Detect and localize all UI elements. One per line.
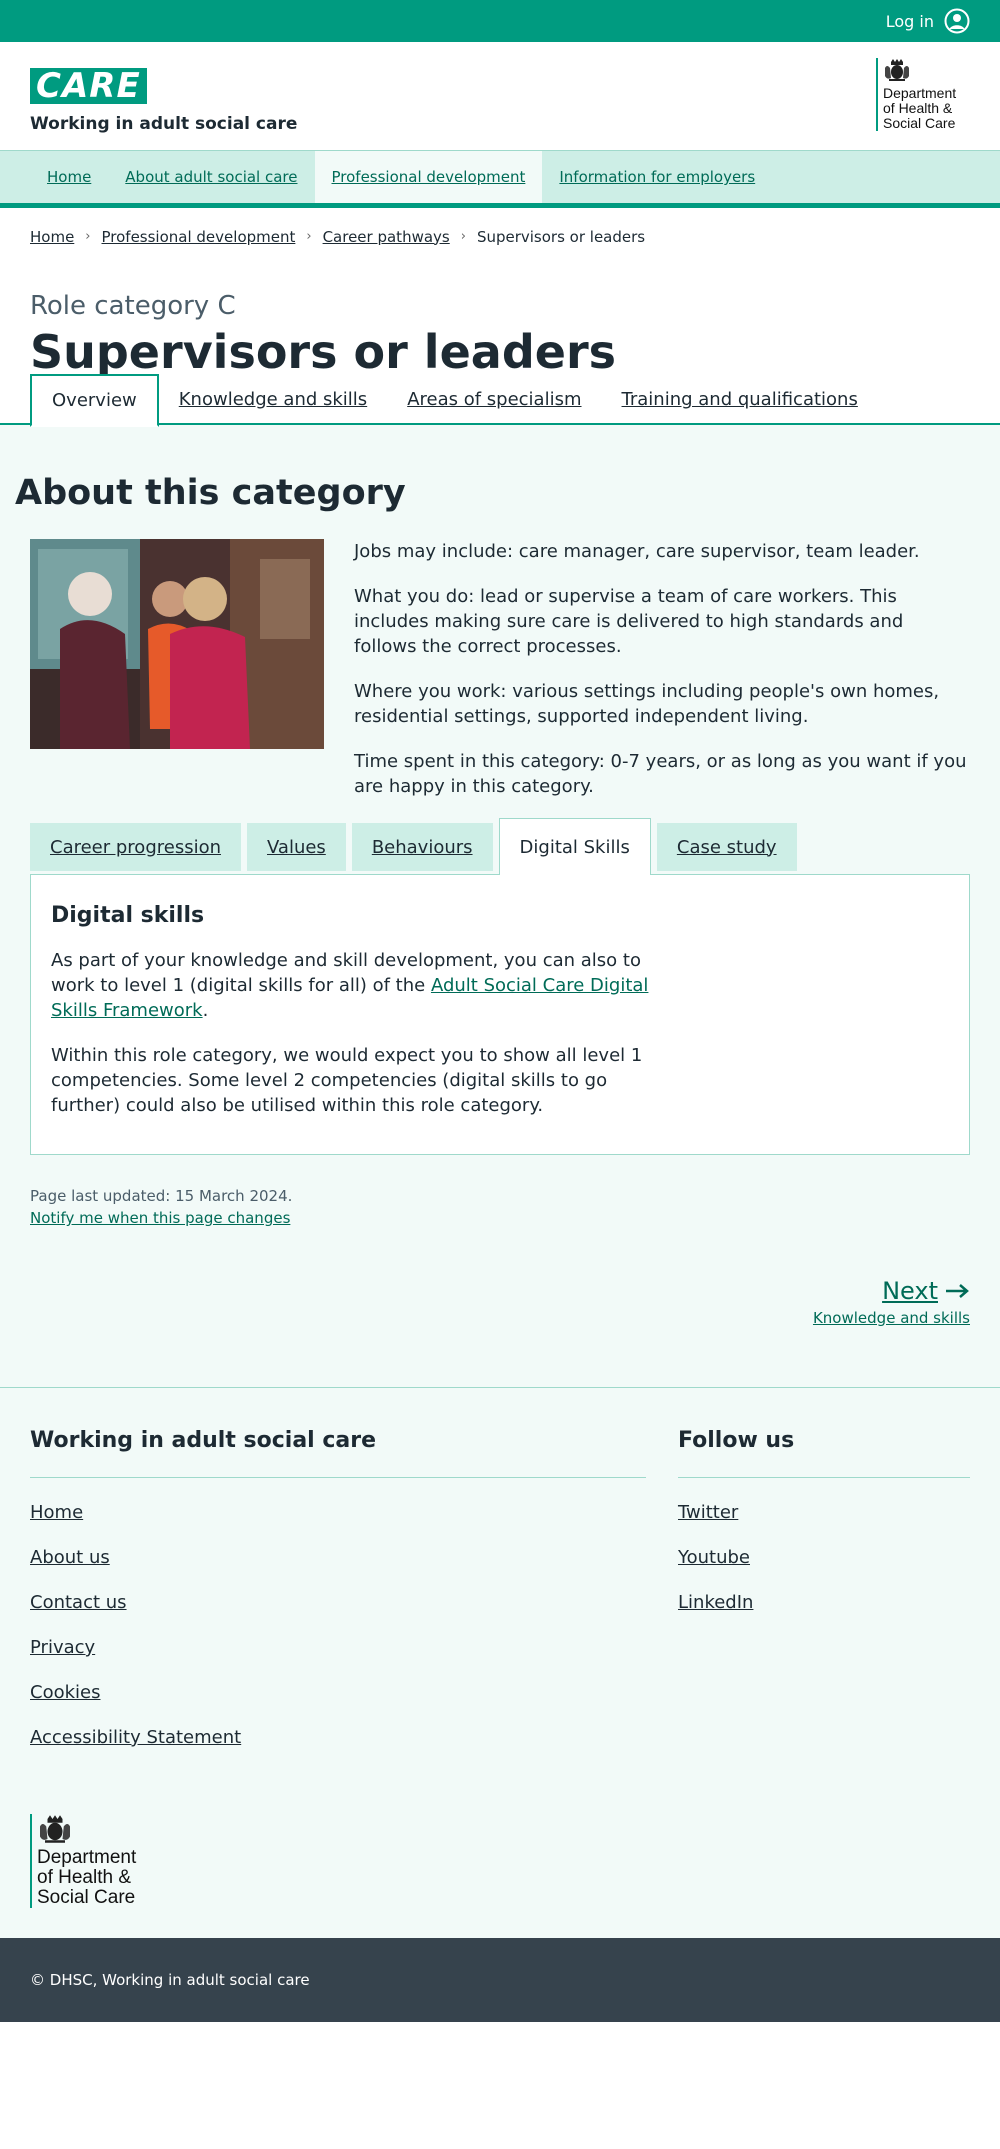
notify-link[interactable]: Notify me when this page changes [30, 1209, 290, 1227]
footer-link-cookies[interactable]: Cookies [30, 1682, 646, 1703]
royal-crest-icon [885, 59, 909, 81]
nav-item-information-for-employers[interactable]: Information for employers [542, 151, 772, 203]
panel-paragraph-1: As part of your knowledge and skill deve… [51, 948, 651, 1023]
footer-link-youtube[interactable]: Youtube [678, 1547, 970, 1568]
footer-dhsc-logo: Department of Health & Social Care [30, 1814, 150, 1908]
about-row: Jobs may include: care manager, care sup… [30, 539, 970, 819]
tab-knowledge-and-skills[interactable]: Knowledge and skills [159, 374, 387, 425]
nav-item-home[interactable]: Home [30, 151, 108, 203]
user-icon [944, 8, 970, 34]
footer-follow-heading: Follow us [678, 1428, 970, 1478]
tab-career-progression[interactable]: Career progression [30, 823, 241, 871]
tab-areas-of-specialism[interactable]: Areas of specialism [387, 374, 601, 425]
care-worker-photo [30, 539, 324, 749]
nav-item-professional-development[interactable]: Professional development [314, 151, 543, 203]
section-tabs: Overview Knowledge and skills Areas of s… [0, 374, 1000, 427]
breadcrumb: Home › Professional development › Career… [0, 208, 1000, 265]
site-header: CARE Working in adult social care Depart… [0, 42, 1000, 150]
main-nav: Home About adult social care Professiona… [0, 150, 1000, 208]
footer-dept-line-3: Social Care [37, 1887, 136, 1908]
copyright-text: © DHSC, Working in adult social care [30, 1971, 310, 1989]
tab-digital-skills[interactable]: Digital Skills [498, 818, 651, 875]
detail-tabs: Career progression Values Behaviours Dig… [30, 818, 970, 875]
footer-link-contact-us[interactable]: Contact us [30, 1592, 646, 1613]
tab-behaviours[interactable]: Behaviours [351, 823, 493, 871]
tab-values[interactable]: Values [247, 823, 346, 871]
about-time-spent: Time spent in this category: 0-7 years, … [354, 751, 967, 797]
page-title: Supervisors or leaders [30, 325, 617, 379]
footer-col-site: Working in adult social care Home About … [30, 1428, 646, 1772]
care-logo[interactable]: CARE [30, 68, 147, 104]
dept-line-2: of Health & [883, 100, 953, 116]
site-tagline: Working in adult social care [30, 114, 298, 134]
royal-crest-icon [40, 1815, 70, 1843]
footer-link-accessibility[interactable]: Accessibility Statement [30, 1727, 646, 1748]
breadcrumb-current: Supervisors or leaders [476, 227, 646, 246]
tab-overview[interactable]: Overview [30, 374, 159, 427]
panel-heading: Digital skills [51, 903, 205, 928]
dept-line-3: Social Care [883, 115, 956, 131]
role-category: Role category C [30, 291, 236, 321]
main-content: About this category Jobs may include: ca… [0, 425, 1000, 1388]
about-what-you-do: What you do: lead or supervise a team of… [354, 586, 904, 657]
footer-col-follow: Follow us Twitter Youtube LinkedIn [678, 1428, 970, 1772]
footer-columns: Working in adult social care Home About … [30, 1428, 970, 1772]
next-link[interactable]: Next [882, 1277, 970, 1305]
dept-line-1: Department [883, 85, 957, 101]
panel-p1-end: . [202, 1000, 209, 1021]
breadcrumb-career-pathways[interactable]: Career pathways [323, 228, 450, 246]
tab-case-study[interactable]: Case study [656, 823, 797, 871]
panel-paragraph-2: Within this role category, we would expe… [51, 1045, 643, 1116]
breadcrumb-home[interactable]: Home [30, 228, 74, 246]
footer-site-heading: Working in adult social care [30, 1428, 646, 1478]
tab-training-and-qualifications[interactable]: Training and qualifications [602, 374, 878, 425]
breadcrumb-professional-development[interactable]: Professional development [102, 228, 296, 246]
dhsc-logo: Department of Health & Social Care [876, 58, 966, 131]
footer-link-linkedin[interactable]: LinkedIn [678, 1592, 970, 1613]
chevron-right-icon: › [460, 229, 466, 244]
next-nav: Next Knowledge and skills [30, 1277, 970, 1327]
about-where-you-work: Where you work: various settings includi… [354, 681, 940, 727]
footer-link-twitter[interactable]: Twitter [678, 1502, 970, 1523]
arrow-right-icon [946, 1284, 969, 1298]
chevron-right-icon: › [306, 229, 312, 244]
top-bar: Log in [0, 0, 1000, 42]
site-footer: Working in adult social care Home About … [0, 1388, 1000, 1938]
about-jobs: Jobs may include: care manager, care sup… [354, 541, 920, 562]
next-label: Next [882, 1277, 938, 1305]
about-text: Jobs may include: care manager, care sup… [354, 539, 970, 819]
footer-link-about-us[interactable]: About us [30, 1547, 646, 1568]
chevron-right-icon: › [85, 229, 91, 244]
next-page-link[interactable]: Knowledge and skills [30, 1309, 970, 1327]
footer-dept-line-1: Department [37, 1847, 137, 1868]
about-heading: About this category [15, 473, 406, 513]
footer-link-home[interactable]: Home [30, 1502, 646, 1523]
footer-link-privacy[interactable]: Privacy [30, 1637, 646, 1658]
footer-dept-line-2: of Health & [37, 1867, 131, 1888]
copyright-bar: © DHSC, Working in adult social care [0, 1938, 1000, 2022]
digital-skills-panel: Digital skills As part of your knowledge… [30, 874, 970, 1155]
login-label: Log in [885, 11, 934, 31]
login-link[interactable]: Log in [886, 8, 970, 34]
photo-illustration [30, 539, 324, 749]
page-last-updated: Page last updated: 15 March 2024. [30, 1187, 293, 1205]
nav-item-about-adult-social-care[interactable]: About adult social care [108, 151, 314, 203]
